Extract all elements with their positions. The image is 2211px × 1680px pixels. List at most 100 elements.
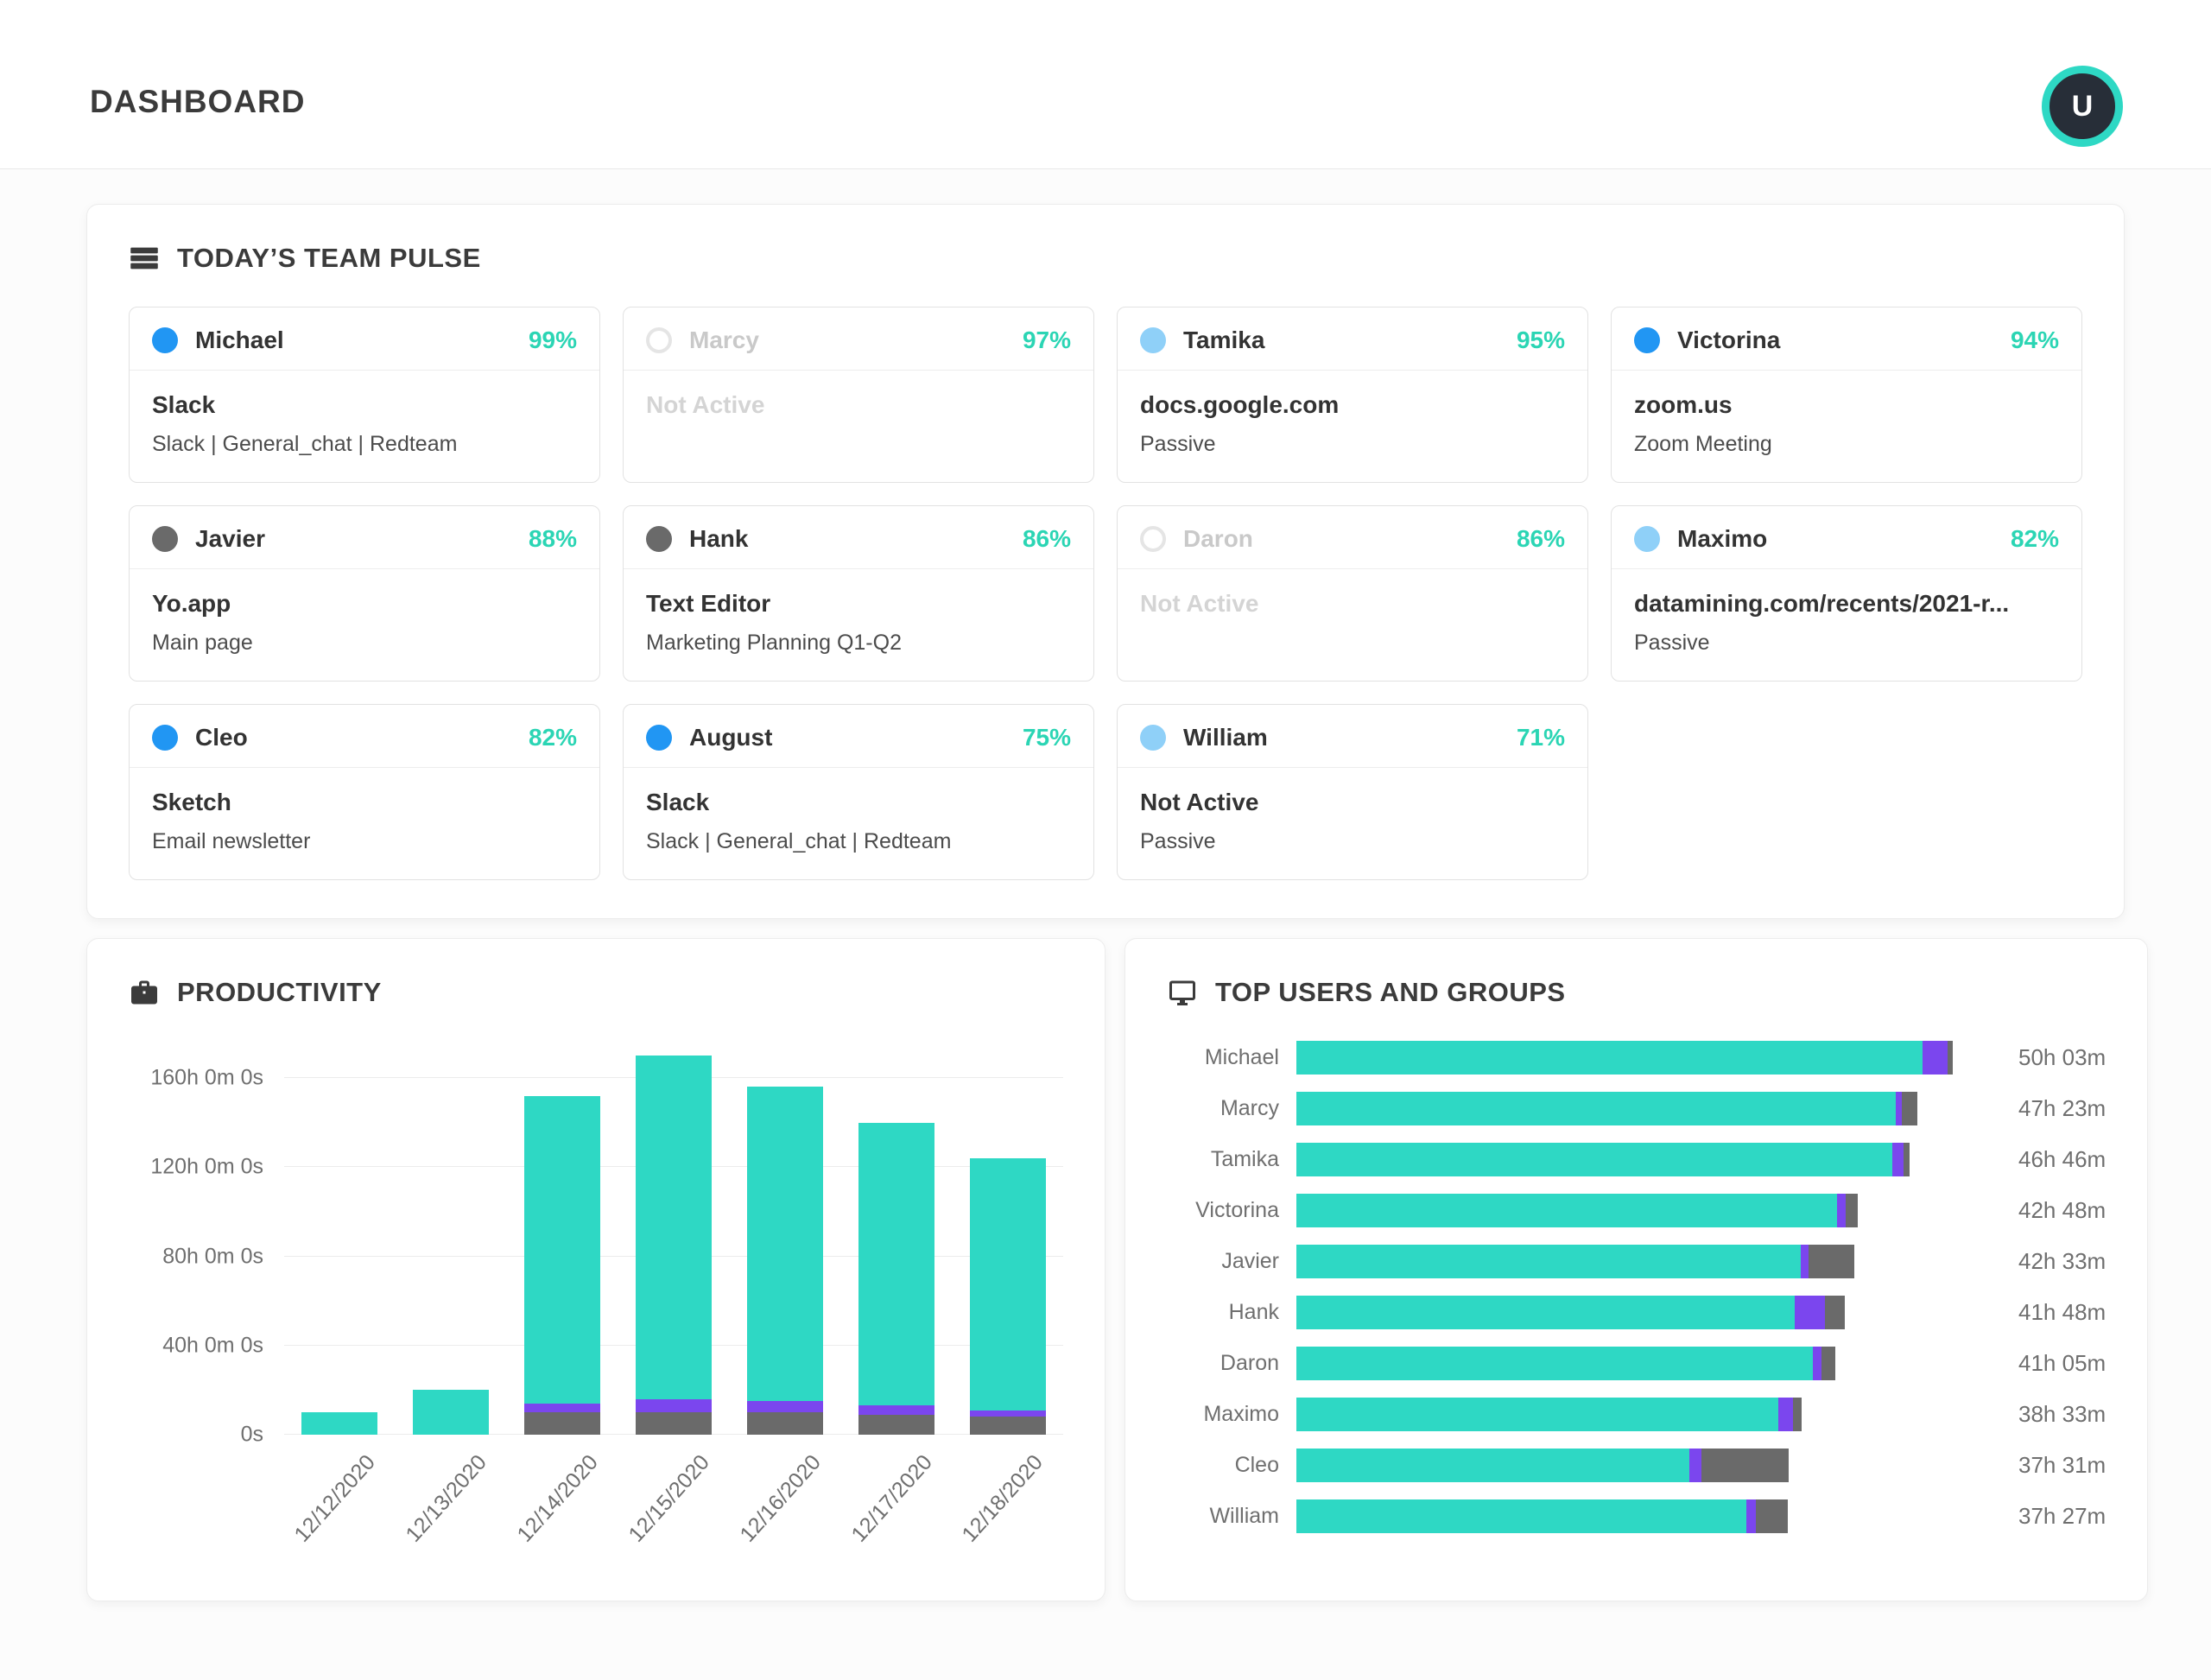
team-pulse-header: TODAY’S TEAM PULSE [129,243,2082,274]
member-activity: Sketch [152,789,231,815]
user-bar [1296,1092,1918,1125]
team-pulse-title: TODAY’S TEAM PULSE [177,243,481,273]
member-score: 75% [1022,724,1071,751]
member-card-header: August 75% [624,705,1093,767]
avatar[interactable]: U [2042,66,2123,147]
member-activity-detail: Slack | General_chat | Redteam [152,432,458,456]
x-tick-label: 12/14/2020 [512,1450,603,1547]
bar-segment-purple [1895,1092,1903,1125]
user-name-label: Michael [1204,1045,1279,1069]
bar-segment-purple [1688,1449,1701,1482]
member-card-header: Daron 86% [1118,506,1587,568]
member-activity: Text Editor [646,590,771,617]
productivity-title: PRODUCTIVITY [177,977,382,1007]
top-user-row: Cleo 37h 31m [1167,1440,2106,1491]
bar-segment-gray [1809,1245,1855,1278]
status-dot [1140,327,1166,353]
member-card-header: Tamika 95% [1118,307,1587,370]
bar-segment-teal [1296,1499,1746,1533]
member-name: August [689,724,773,751]
bar-segment-purple [1801,1245,1809,1278]
user-bar-track [1296,1245,2018,1278]
member-activity: zoom.us [1634,391,1733,418]
status-dot [646,526,672,552]
bar-segment-teal [1296,1245,1802,1278]
bar-segment-gray [746,1412,823,1435]
member-score: 88% [528,525,577,552]
user-name-label: Victorina [1195,1198,1279,1222]
member-score: 71% [1516,724,1565,751]
user-bar-track [1296,1499,2018,1533]
team-member-card[interactable]: Maximo 82% datamining.com/recents/2021-r..… [1611,505,2082,682]
team-member-card[interactable]: William 71% Not Active Passive [1117,704,1588,880]
user-name-label: Marcy [1220,1096,1279,1120]
productivity-chart: 0s 40h 0m 0s 80h 0m 0s 120h 0m 0s 160h 0m 0s… [129,1037,1063,1576]
team-pulse-section: TODAY’S TEAM PULSE Michael 99% Slack Slack … [86,204,2125,919]
member-activity-detail: Passive [1140,432,1216,456]
x-tick: 12/15/2020 [618,1445,730,1576]
user-name-label: Maximo [1203,1402,1279,1426]
user-name-label: Javier [1221,1249,1279,1273]
bar-segment-gray [1902,1092,1918,1125]
productivity-bar-slot [840,1037,952,1435]
user-bar-track [1296,1194,2018,1227]
team-member-card[interactable]: August 75% Slack Slack | General_chat | Red… [623,704,1094,880]
member-name: Daron [1183,525,1253,552]
list-icon [129,243,160,274]
productivity-bar-slot [952,1037,1063,1435]
member-activity-detail [646,432,1071,456]
member-card-body: datamining.com/recents/2021-r... Passive [1612,568,2081,676]
user-bar-track [1296,1347,2018,1380]
member-activity-detail: Marketing Planning Q1-Q2 [646,631,902,655]
team-member-card[interactable]: Cleo 82% Sketch Email newsletter [129,704,600,880]
status-dot [1140,526,1166,552]
productivity-bar-slot [618,1037,730,1435]
member-card-header: Hank 86% [624,506,1093,568]
productivity-x-axis: 12/12/2020 12/13/2020 12/14/2020 12/15/2020… [284,1445,1063,1576]
productivity-bar-slot [284,1037,396,1435]
bar-segment-purple [1777,1398,1793,1431]
member-activity: Not Active [1140,789,1259,815]
top-user-row: William 37h 27m [1167,1491,2106,1542]
member-card-body: docs.google.com Passive [1118,370,1587,478]
content: TODAY’S TEAM PULSE Michael 99% Slack Slack … [0,169,2211,1601]
productivity-bar [858,1122,934,1435]
status-dot [152,526,178,552]
productivity-bar-slot [507,1037,618,1435]
productivity-header: PRODUCTIVITY [129,977,1063,1008]
bar-segment-purple [1891,1143,1904,1176]
user-time-label: 41h 48m [2018,1299,2106,1325]
top-user-row: Marcy 47h 23m [1167,1083,2106,1134]
user-bar-track [1296,1296,2018,1329]
member-activity: Not Active [646,391,765,418]
bar-segment-gray [1701,1449,1789,1482]
x-tick-label: 12/17/2020 [846,1450,937,1547]
user-bar [1296,1398,1802,1431]
team-member-card[interactable]: Javier 88% Yo.app Main page [129,505,600,682]
top-user-row: Tamika 46h 46m [1167,1134,2106,1185]
team-member-card[interactable]: Marcy 97% Not Active [623,307,1094,483]
status-dot [646,327,672,353]
x-tick-label: 12/13/2020 [401,1450,492,1547]
productivity-bar [524,1095,601,1435]
team-member-card[interactable]: Hank 86% Text Editor Marketing Planning Q1-… [623,505,1094,682]
team-member-card[interactable]: Victorina 94% zoom.us Zoom Meeting [1611,307,2082,483]
x-tick-label: 12/18/2020 [957,1450,1048,1547]
team-member-card[interactable]: Michael 99% Slack Slack | General_chat | Re… [129,307,600,483]
top-user-row: Daron 41h 05m [1167,1338,2106,1389]
team-member-card[interactable]: Tamika 95% docs.google.com Passive [1117,307,1588,483]
bar-segment-purple [746,1401,823,1413]
user-bar [1296,1347,1835,1380]
status-dot [1634,526,1660,552]
top-user-row: Victorina 42h 48m [1167,1185,2106,1236]
bar-segment-teal [413,1390,490,1435]
team-member-card[interactable]: Daron 86% Not Active [1117,505,1588,682]
member-score: 95% [1516,326,1565,353]
member-card-body: Not Active [1118,568,1587,675]
productivity-bar [746,1087,823,1435]
bar-segment-teal [969,1157,1046,1411]
bar-segment-teal [858,1122,934,1406]
member-activity: Yo.app [152,590,231,617]
bar-segment-teal [1296,1347,1814,1380]
user-bar [1296,1296,1845,1329]
